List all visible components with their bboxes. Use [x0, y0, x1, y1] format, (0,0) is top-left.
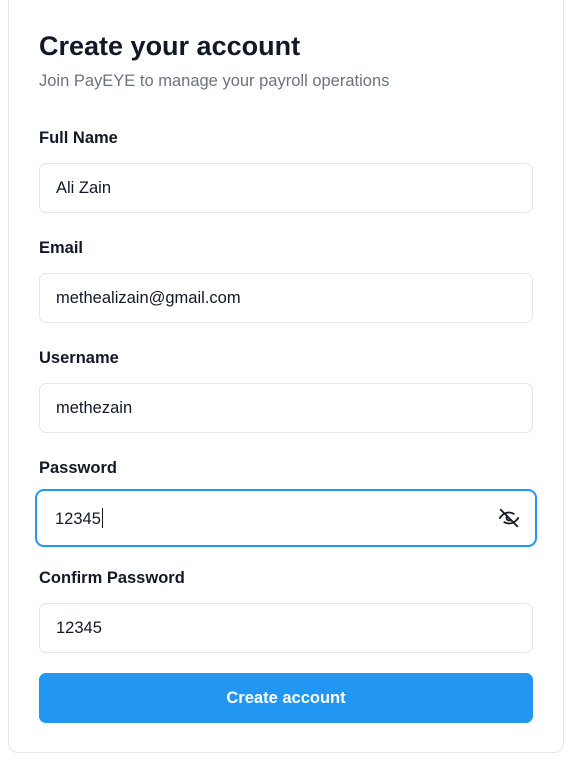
email-label: Email — [39, 239, 84, 257]
confirm-password-input[interactable]: 12345 — [39, 603, 533, 653]
email-input[interactable]: methealizain@gmail.com — [39, 273, 533, 323]
full-name-input[interactable]: Ali Zain — [39, 163, 533, 213]
email-value: methealizain@gmail.com — [56, 288, 241, 307]
page-subtitle: Join PayEYE to manage your payroll opera… — [39, 72, 390, 90]
username-input[interactable]: methezain — [39, 383, 533, 433]
confirm-password-value: 12345 — [56, 618, 102, 637]
password-label: Password — [39, 459, 117, 477]
confirm-password-label: Confirm Password — [39, 569, 185, 587]
password-input[interactable]: 12345 — [35, 489, 537, 547]
password-value-wrap: 12345 — [55, 507, 497, 529]
full-name-label: Full Name — [39, 129, 118, 147]
full-name-value: Ali Zain — [56, 178, 112, 197]
username-label: Username — [39, 349, 119, 367]
username-value: methezain — [56, 398, 133, 417]
create-account-button[interactable]: Create account — [39, 673, 533, 723]
text-caret — [101, 507, 103, 528]
page-title: Create your account — [39, 31, 301, 61]
eye-off-icon[interactable] — [497, 506, 521, 530]
password-value: 12345 — [55, 509, 101, 528]
